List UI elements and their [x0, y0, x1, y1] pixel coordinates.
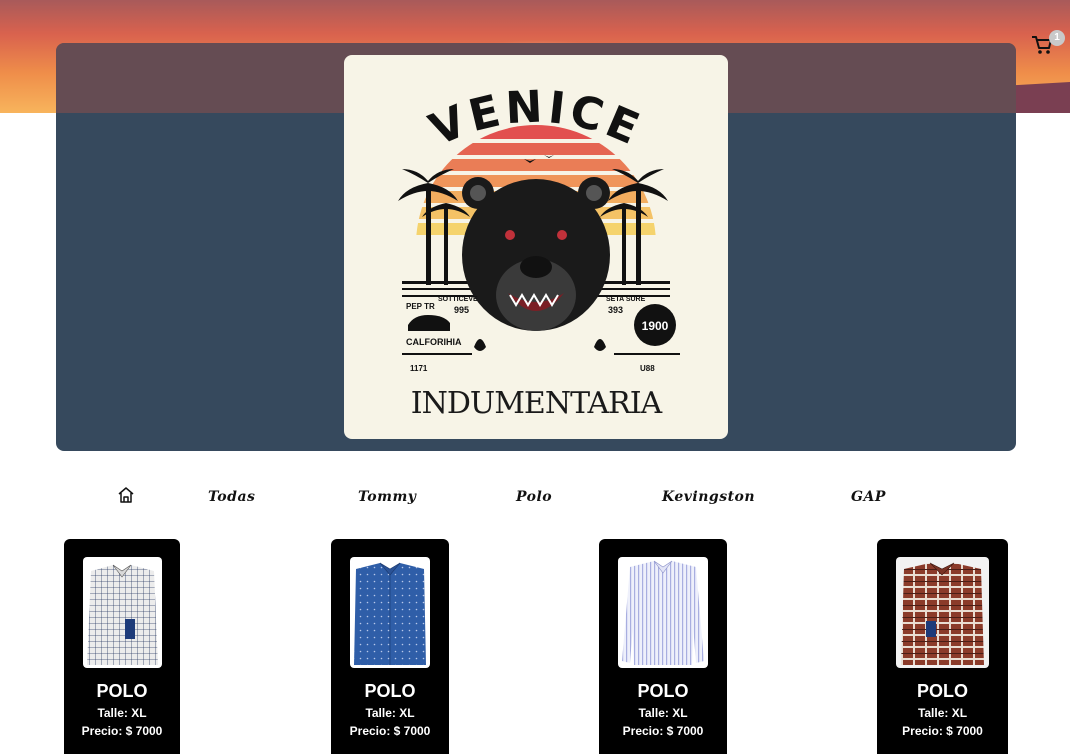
- cart-count-badge: 1: [1049, 30, 1065, 46]
- logo-right-text-2: 393: [608, 305, 623, 315]
- product-price: Precio: $ 7000: [349, 724, 431, 738]
- product-title: POLO: [96, 681, 148, 701]
- brand-logo: VENICE PEP TR SOTTICEVE 995 CALFORIHIA 1…: [344, 55, 728, 439]
- nav-link-todas[interactable]: Todas: [208, 489, 255, 505]
- category-nav: Todas Tommy Polo Kevingston GAP: [0, 484, 1070, 514]
- logo-left-text-4: CALFORIHIA: [406, 337, 462, 347]
- nav-link-tommy[interactable]: Tommy: [358, 489, 416, 505]
- product-size: Talle: XL: [365, 706, 415, 720]
- product-title: POLO: [364, 681, 416, 701]
- bear-silhouette-icon: [408, 315, 450, 331]
- logo-left-text-3: 995: [454, 305, 469, 315]
- logo-subtitle: INDUMENTARIA: [411, 386, 663, 421]
- product-price: Precio: $ 7000: [902, 724, 983, 738]
- home-icon[interactable]: [116, 485, 136, 505]
- product-size: Talle: XL: [917, 706, 968, 720]
- product-title: POLO: [916, 681, 968, 701]
- logo-left-text-2: SOTTICEVE: [438, 296, 478, 303]
- product-size: Talle: XL: [97, 706, 147, 720]
- nav-link-polo[interactable]: Polo: [516, 489, 552, 505]
- logo-left-text-1: PEP TR: [406, 302, 435, 311]
- logo-right-text-1: SETA SURE: [606, 296, 646, 303]
- product-title: POLO: [637, 681, 689, 701]
- product-card[interactable]: POLO Talle: XL Precio: $ 7000: [599, 539, 727, 754]
- product-image: [618, 557, 708, 668]
- logo-left-text-5: 1171: [410, 364, 428, 373]
- nav-link-kevingston[interactable]: Kevingston: [662, 489, 755, 505]
- nav-link-gap[interactable]: GAP: [851, 489, 886, 505]
- product-size: Talle: XL: [638, 706, 688, 720]
- product-price: Precio: $ 7000: [622, 724, 704, 738]
- product-card[interactable]: POLO Talle: XL Precio: $ 7000: [877, 539, 1008, 754]
- product-image: [83, 557, 162, 668]
- product-card[interactable]: POLO Talle: XL Precio: $ 7000: [64, 539, 180, 754]
- product-image: [896, 557, 989, 668]
- logo-right-text-4: U88: [640, 364, 655, 373]
- logo-right-text-3: 1900: [642, 319, 669, 333]
- product-price: Precio: $ 7000: [81, 724, 163, 738]
- product-card[interactable]: POLO Talle: XL Precio: $ 7000: [331, 539, 449, 754]
- product-image: [350, 557, 430, 668]
